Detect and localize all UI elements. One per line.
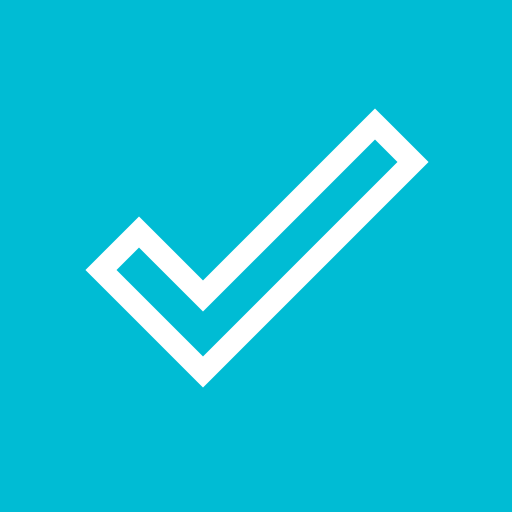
check-icon bbox=[85, 108, 429, 388]
app-icon-tile[interactable] bbox=[0, 0, 512, 512]
check-icon-outline bbox=[85, 108, 429, 388]
